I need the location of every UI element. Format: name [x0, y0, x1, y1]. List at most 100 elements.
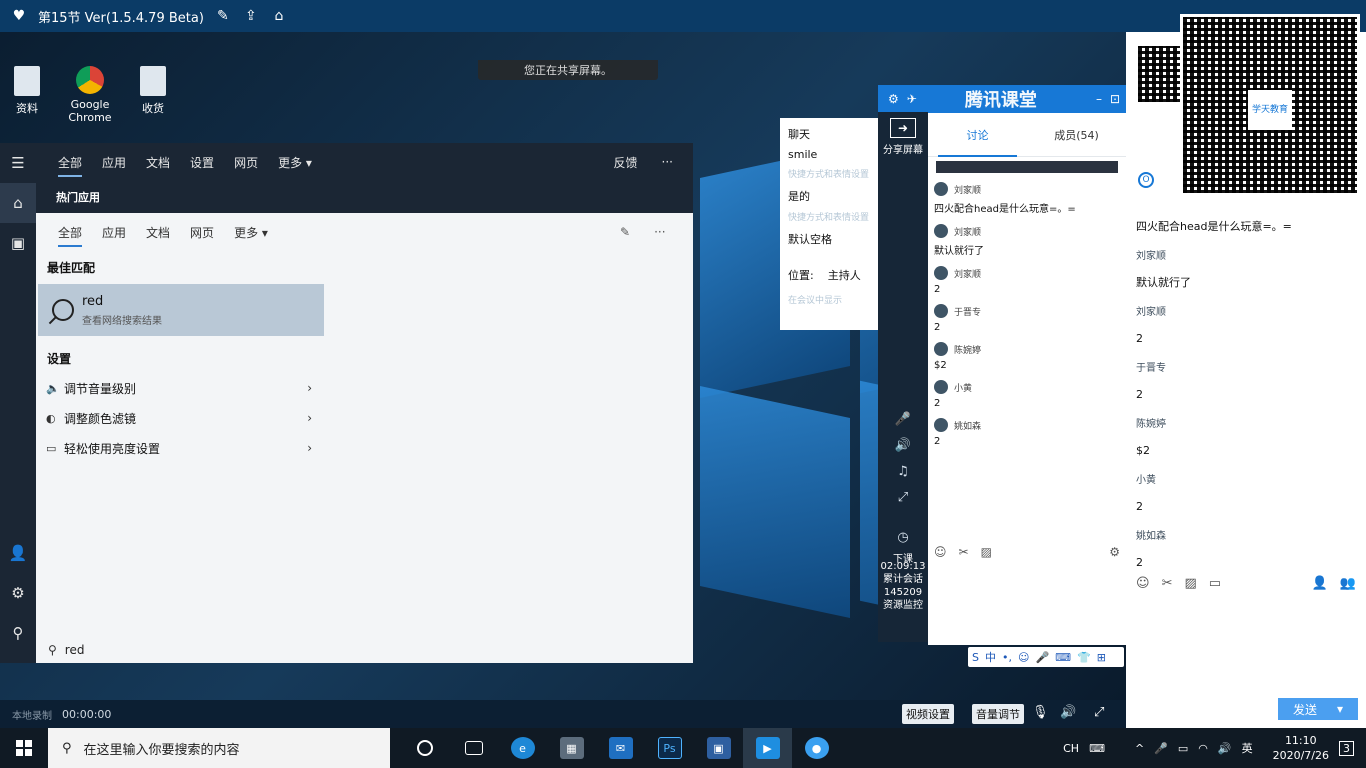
scissors-icon[interactable]: ✂ [1162, 576, 1173, 591]
best-match-item[interactable]: red 查看网络搜索结果 [38, 284, 324, 336]
tab-apps[interactable]: 应用 [92, 213, 136, 251]
microphone-icon[interactable]: 🎤 [878, 406, 928, 432]
fullscreen-icon[interactable]: ⤢ [1094, 705, 1104, 720]
message-text: 2 [1136, 331, 1143, 345]
grid-icon[interactable]: ⊞ [1097, 651, 1106, 664]
tab-more[interactable]: 更多 ▾ [268, 143, 322, 181]
emoji-icon[interactable]: ☺ [1018, 651, 1029, 664]
tab-members[interactable]: 成员(54) [1027, 113, 1126, 157]
emoji-icon[interactable]: ☺ [1136, 576, 1150, 591]
home-icon[interactable]: ⌂ [270, 7, 288, 25]
keyboard-icon[interactable]: ⌨ [1055, 651, 1071, 664]
tab-web[interactable]: 网页 [224, 143, 268, 181]
task-view-icon[interactable] [449, 728, 498, 768]
pin-icon[interactable]: ✈ [907, 92, 917, 106]
speaker-icon[interactable]: 🔊 [878, 432, 928, 458]
popup-line[interactable]: 默认空格 [788, 231, 870, 247]
tab-documents[interactable]: 文档 [136, 143, 180, 181]
tab-discussion[interactable]: 讨论 [928, 113, 1027, 157]
punctuation-icon[interactable]: •, [1002, 651, 1012, 664]
meeting-stat[interactable]: 资源监控 [878, 599, 928, 612]
tab-documents[interactable]: 文档 [136, 213, 180, 251]
close-icon[interactable]: ⊡ [1110, 92, 1120, 106]
document-icon[interactable]: ▣ [0, 223, 36, 263]
skin-icon[interactable]: 👕 [1077, 651, 1091, 664]
image-icon[interactable]: ▨ [981, 545, 992, 559]
tab-more[interactable]: 更多 ▾ [224, 213, 278, 251]
more-options-icon[interactable]: ··· [662, 155, 673, 169]
share-out-icon[interactable]: ⇪ [242, 7, 260, 25]
virtualbox-icon[interactable]: ▣ [694, 728, 743, 768]
microphone-icon[interactable]: 🎤 [1154, 742, 1168, 755]
image-icon[interactable]: ▨ [1184, 576, 1196, 591]
power-icon[interactable]: ⚲ [0, 613, 36, 653]
setting-item-color-filter[interactable]: ◐ 调整颜色滤镜 › [36, 403, 312, 433]
desktop-icon-chrome[interactable]: Google Chrome [55, 66, 125, 124]
settings-icon[interactable]: ⚙ [888, 92, 899, 106]
scissors-icon[interactable]: ✂ [959, 545, 969, 559]
calculator-icon[interactable]: ▦ [547, 728, 596, 768]
position-value[interactable]: 主持人 [828, 267, 861, 283]
tab-all[interactable]: 全部 [48, 143, 92, 181]
record-status[interactable]: 本地录制 [12, 707, 52, 722]
minimize-icon[interactable]: – [1096, 92, 1102, 106]
clock[interactable]: 11:10 2020/7/26 [1273, 733, 1329, 763]
gear-icon[interactable]: ⚙ [0, 573, 36, 613]
feedback-link[interactable]: 反馈 [614, 154, 638, 171]
tencent-classroom-icon[interactable]: ▶ [743, 728, 792, 768]
more-options-icon[interactable]: ··· [654, 225, 665, 239]
mic-off-icon[interactable]: 🎙 [1032, 705, 1049, 720]
gear-icon[interactable]: ⚙ [1109, 545, 1120, 559]
search-query-box[interactable]: ⚲ red [36, 636, 693, 663]
users-icon[interactable]: 👥 [1340, 576, 1356, 591]
video-settings-button[interactable]: 视频设置 [902, 704, 954, 724]
mail-icon[interactable]: ✉ [596, 728, 645, 768]
emoji-icon[interactable]: ☺ [934, 545, 947, 559]
start-button[interactable] [0, 728, 48, 768]
best-match-subtitle: 查看网络搜索结果 [82, 315, 162, 327]
tab-settings[interactable]: 设置 [180, 143, 224, 181]
folder-icon[interactable]: ▭ [1209, 576, 1221, 591]
cortana-icon[interactable] [400, 728, 449, 768]
search-query-text[interactable]: red [65, 643, 85, 657]
hamburger-menu-icon[interactable]: ☰ [0, 143, 36, 183]
desktop-icon-ziliao[interactable]: 资料 [0, 66, 62, 116]
edge-icon[interactable]: e [498, 728, 547, 768]
share-screen-button[interactable]: ➜ 分享屏幕 [878, 118, 928, 156]
ime-indicator[interactable]: CH [1063, 742, 1079, 755]
fullscreen-icon[interactable]: ⤢ [878, 484, 928, 510]
home-icon[interactable]: ⌂ [0, 183, 36, 223]
keyboard-icon[interactable]: ⌨ [1089, 742, 1105, 755]
tab-apps[interactable]: 应用 [92, 143, 136, 181]
sogou-icon[interactable]: S [972, 651, 979, 664]
photoshop-icon[interactable]: Ps [645, 728, 694, 768]
ime-mode[interactable]: 中 [985, 649, 996, 665]
music-icon[interactable]: ♫ [878, 458, 928, 484]
chevron-down-icon[interactable]: ▾ [1337, 702, 1343, 716]
wifi-icon[interactable]: ◠ [1198, 742, 1208, 755]
volume-button[interactable]: 音量调节 [972, 704, 1024, 724]
volume-icon[interactable]: 🔊 [1218, 742, 1232, 755]
timer-icon[interactable]: ◷ [878, 524, 928, 550]
speaker-icon[interactable]: 🔊 [1060, 705, 1076, 720]
feedback-icon[interactable]: ✎ [620, 225, 630, 239]
desktop-icon-shouhuo[interactable]: 收货 [118, 66, 188, 116]
notification-center-icon[interactable]: 3 [1339, 740, 1354, 756]
edit-icon[interactable]: ✎ [214, 7, 232, 25]
video-meeting-icon[interactable]: ● [792, 728, 841, 768]
message-text: 2 [934, 284, 941, 295]
taskbar-search-box[interactable]: ⚲ 在这里输入你要搜索的内容 [48, 728, 390, 768]
setting-item-brightness[interactable]: ▭ 轻松使用亮度设置 › [36, 433, 312, 463]
tab-web[interactable]: 网页 [180, 213, 224, 251]
tab-all[interactable]: 全部 [48, 213, 92, 251]
language-icon[interactable]: 英 [1242, 740, 1253, 756]
search-icon [52, 299, 74, 321]
add-user-icon[interactable]: 👤 [1312, 576, 1328, 591]
folder-icon [140, 66, 166, 96]
chevron-up-icon[interactable]: ^ [1135, 742, 1144, 755]
microphone-icon[interactable]: 🎤 [1035, 651, 1049, 664]
right-send-button[interactable]: 发送 ▾ [1278, 698, 1358, 720]
user-icon[interactable]: 👤 [0, 533, 36, 573]
battery-icon[interactable]: ▭ [1178, 742, 1188, 755]
setting-item-volume[interactable]: 🔈 调节音量级别 › [36, 373, 312, 403]
